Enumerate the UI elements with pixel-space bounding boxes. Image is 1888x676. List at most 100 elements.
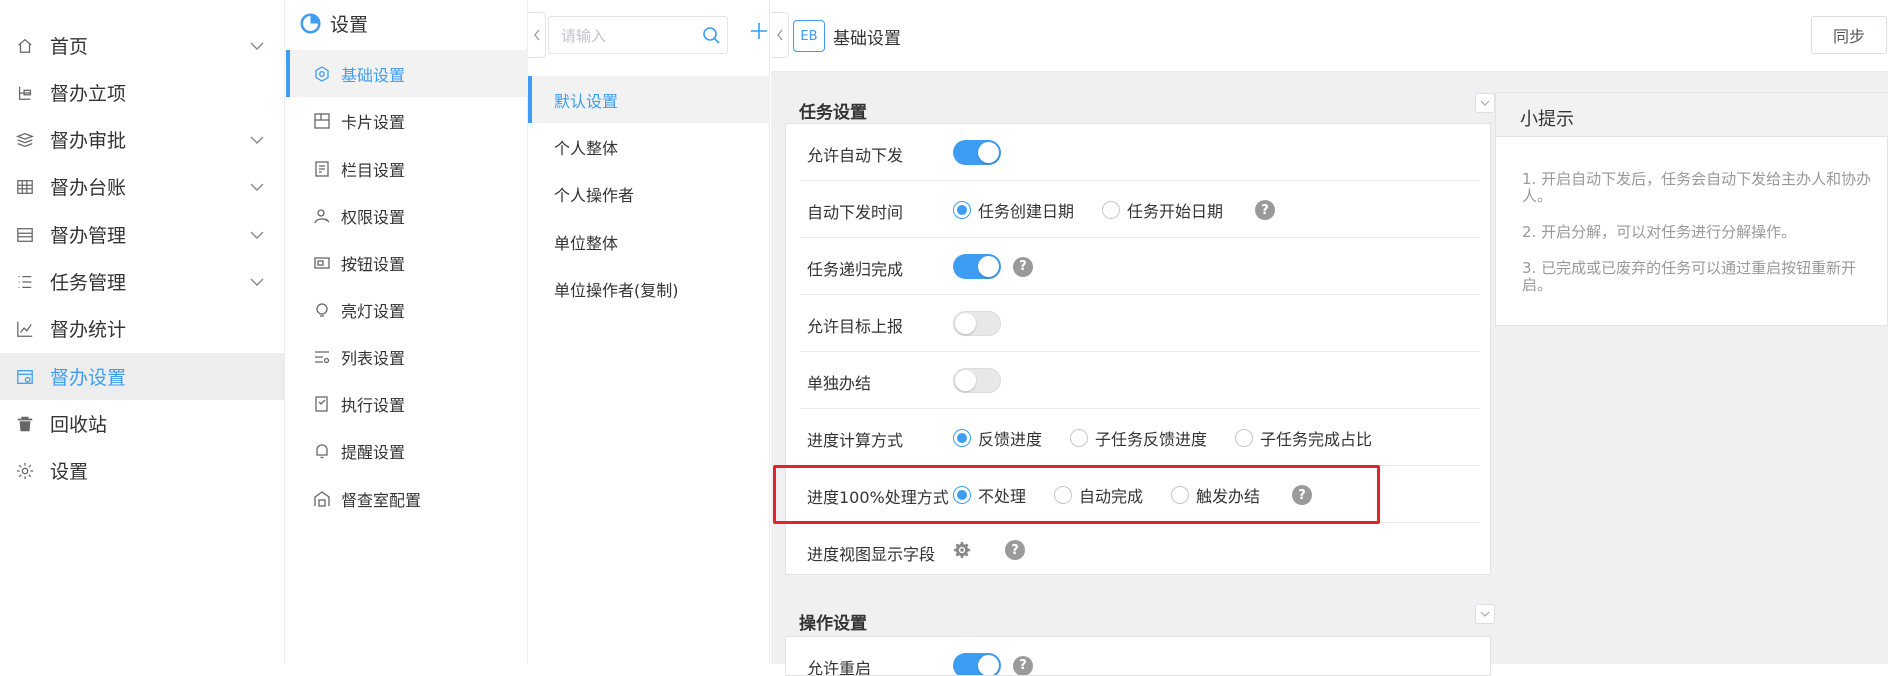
radio-no-handling[interactable]: 不处理 xyxy=(953,483,1026,507)
collapse-preset-button[interactable] xyxy=(771,12,789,58)
radio-label: 不处理 xyxy=(978,487,1027,506)
setting-control: 不处理 自动完成 触发办结 ? xyxy=(953,483,1313,507)
help-icon[interactable]: ? xyxy=(1292,485,1313,505)
task-settings-card: 允许自动下发 自动下发时间 任务创建日期 任务开始日期 ? 任务递归完成 ? 允… xyxy=(785,123,1491,575)
project-icon xyxy=(15,83,35,103)
search-icon[interactable] xyxy=(702,26,721,45)
setting-row-dispatch-time: 自动下发时间 任务创建日期 任务开始日期 ? xyxy=(800,181,1480,238)
nav-item-settings[interactable]: 设置 xyxy=(0,447,284,494)
radio-dot xyxy=(1102,201,1121,219)
radio-feedback-progress[interactable]: 反馈进度 xyxy=(953,426,1042,450)
nav-item-approval[interactable]: 督办审批 xyxy=(0,116,284,163)
radio-dot xyxy=(953,201,971,219)
nav-item-tasks[interactable]: 任务管理 xyxy=(0,258,284,305)
help-icon[interactable]: ? xyxy=(1005,540,1025,560)
target-report-switch[interactable] xyxy=(953,311,1001,336)
settings-item-basic[interactable]: 基础设置 xyxy=(286,50,528,97)
single-close-switch[interactable] xyxy=(953,368,1001,393)
setting-row-recursive-complete: 任务递归完成 ? xyxy=(800,238,1480,295)
help-icon[interactable]: ? xyxy=(1255,200,1276,220)
radio-subtask-completion-ratio[interactable]: 子任务完成占比 xyxy=(1235,426,1372,450)
setting-row-target-report: 允许目标上报 xyxy=(800,295,1480,352)
preset-item-label: 个人整体 xyxy=(554,138,619,158)
settings-item-reminder[interactable]: 提醒设置 xyxy=(286,427,528,474)
allow-restart-switch[interactable] xyxy=(953,653,1001,675)
settings-item-inspection-room[interactable]: 督查室配置 xyxy=(286,475,528,522)
preset-panel: 默认设置 个人整体 个人操作者 单位整体 单位操作者(复制) xyxy=(528,0,770,664)
help-icon[interactable]: ? xyxy=(1013,655,1033,675)
nav-item-home[interactable]: 首页 xyxy=(0,22,284,69)
radio-subtask-feedback-progress[interactable]: 子任务反馈进度 xyxy=(1070,426,1207,450)
nav-item-ledger[interactable]: 督办台账 xyxy=(0,163,284,210)
settings-item-execute[interactable]: 执行设置 xyxy=(286,380,528,427)
button-icon xyxy=(314,256,330,269)
chevron-down-icon xyxy=(250,278,264,286)
nav-item-label: 督办台账 xyxy=(50,177,127,199)
radio-task-start-date[interactable]: 任务开始日期 xyxy=(1102,198,1223,222)
nav-item-label: 任务管理 xyxy=(50,272,127,294)
radio-dot xyxy=(953,429,971,447)
nav-item-trash[interactable]: 回收站 xyxy=(0,400,284,447)
radio-dot xyxy=(1171,486,1190,504)
nav-item-stats[interactable]: 督办统计 xyxy=(0,305,284,352)
op-section-header: 操作设置 xyxy=(787,596,1495,640)
setting-label: 允许目标上报 xyxy=(807,317,904,336)
setting-label: 进度视图显示字段 xyxy=(807,545,936,564)
execute-icon xyxy=(315,395,328,412)
collapse-section-button[interactable] xyxy=(1475,93,1495,113)
home-icon xyxy=(15,36,35,56)
chevron-down-icon xyxy=(250,136,264,144)
nav-item-manage[interactable]: 督办管理 xyxy=(0,211,284,258)
collapse-section-button[interactable] xyxy=(1475,604,1495,624)
radio-label: 子任务反馈进度 xyxy=(1095,430,1208,449)
settings-item-label: 执行设置 xyxy=(341,395,406,415)
search-input[interactable] xyxy=(561,26,691,46)
gear-icon[interactable] xyxy=(953,541,971,559)
radio-auto-complete[interactable]: 自动完成 xyxy=(1054,483,1143,507)
card-icon xyxy=(314,112,330,129)
nav-item-label: 督办审批 xyxy=(50,130,127,152)
setting-label: 自动下发时间 xyxy=(807,203,904,222)
settings-item-card[interactable]: 卡片设置 xyxy=(286,97,528,144)
settings-item-list[interactable]: 列表设置 xyxy=(286,333,528,380)
radio-label: 自动完成 xyxy=(1079,487,1144,506)
settings-item-light[interactable]: 亮灯设置 xyxy=(286,286,528,333)
gear-icon xyxy=(15,461,35,481)
list-settings-icon xyxy=(315,350,330,363)
nav-item-label: 督办统计 xyxy=(50,319,127,341)
main-nav: 首页 督办立项 督办审批 督办台账 督办管理 任务管理 督办统计 督办设置 回收… xyxy=(0,0,285,664)
help-icon[interactable]: ? xyxy=(1013,256,1033,277)
approval-icon xyxy=(15,130,35,150)
sync-button[interactable]: 同步 xyxy=(1811,16,1887,54)
radio-task-created-date[interactable]: 任务创建日期 xyxy=(953,198,1074,222)
nav-item-label: 设置 xyxy=(50,461,89,483)
section-title: 任务设置 xyxy=(799,103,867,123)
radio-trigger-close[interactable]: 触发办结 xyxy=(1171,483,1260,507)
preset-item-unit-operator-copy[interactable]: 单位操作者(复制) xyxy=(528,265,770,312)
nav-item-project[interactable]: 督办立项 xyxy=(0,69,284,116)
tip-line: 1. 开启自动下发后，任务会自动下发给主办人和协办人。 xyxy=(1522,170,1872,205)
settings-item-button[interactable]: 按钮设置 xyxy=(286,239,528,286)
chart-icon xyxy=(15,319,35,339)
setting-control: 任务创建日期 任务开始日期 ? xyxy=(953,198,1276,222)
setting-label: 进度100%处理方式 xyxy=(807,488,949,507)
nav-item-supervision-settings[interactable]: 督办设置 xyxy=(0,353,284,400)
auto-dispatch-switch[interactable] xyxy=(953,140,1001,165)
collapse-panel-button[interactable] xyxy=(528,12,546,58)
preset-item-label: 单位整体 xyxy=(554,233,619,253)
building-icon xyxy=(314,490,330,507)
preset-item-personal-whole[interactable]: 个人整体 xyxy=(528,123,770,170)
setting-control xyxy=(953,140,1001,165)
setting-row-progress-calc: 进度计算方式 反馈进度 子任务反馈进度 子任务完成占比 xyxy=(800,409,1480,466)
settings-item-permission[interactable]: 权限设置 xyxy=(286,192,528,239)
chevron-down-icon xyxy=(1480,611,1490,617)
add-icon[interactable] xyxy=(749,21,769,41)
settings-item-column[interactable]: 栏目设置 xyxy=(286,145,528,192)
recursive-complete-switch[interactable] xyxy=(953,254,1001,279)
preset-item-default[interactable]: 默认设置 xyxy=(528,76,770,123)
setting-control xyxy=(953,368,1001,393)
preset-item-unit-whole[interactable]: 单位整体 xyxy=(528,218,770,265)
page-badge: EB xyxy=(793,20,825,52)
preset-item-personal-operator[interactable]: 个人操作者 xyxy=(528,170,770,217)
tip-line: 3. 已完成或已废弃的任务可以通过重启按钮重新开启。 xyxy=(1522,259,1857,294)
